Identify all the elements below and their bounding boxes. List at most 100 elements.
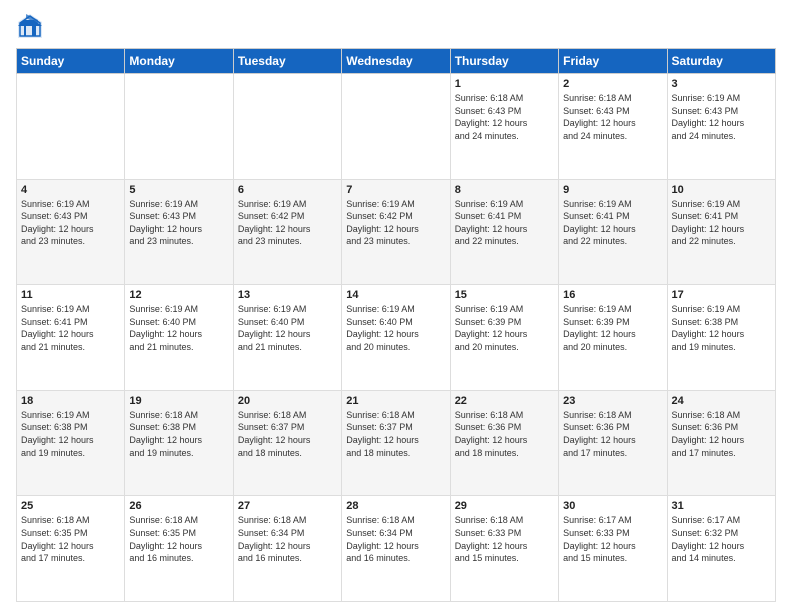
day-number: 18: [21, 395, 120, 407]
calendar-week-5: 25 Sunrise: 6:18 AM Sunset: 6:35 PM Dayli…: [17, 496, 776, 602]
calendar-cell: 12 Sunrise: 6:19 AM Sunset: 6:40 PM Dayli…: [125, 285, 233, 391]
day-number: 8: [455, 184, 554, 196]
calendar-header-monday: Monday: [125, 49, 233, 74]
calendar-header-row: SundayMondayTuesdayWednesdayThursdayFrid…: [17, 49, 776, 74]
calendar-cell: 15 Sunrise: 6:19 AM Sunset: 6:39 PM Dayli…: [450, 285, 558, 391]
calendar-cell: 17 Sunrise: 6:19 AM Sunset: 6:38 PM Dayli…: [667, 285, 775, 391]
day-info: Sunrise: 6:18 AM Sunset: 6:36 PM Dayligh…: [455, 409, 554, 459]
day-info: Sunrise: 6:18 AM Sunset: 6:34 PM Dayligh…: [238, 514, 337, 564]
day-number: 31: [672, 500, 771, 512]
calendar-cell: 24 Sunrise: 6:18 AM Sunset: 6:36 PM Dayli…: [667, 390, 775, 496]
day-info: Sunrise: 6:18 AM Sunset: 6:33 PM Dayligh…: [455, 514, 554, 564]
day-info: Sunrise: 6:19 AM Sunset: 6:41 PM Dayligh…: [21, 303, 120, 353]
day-info: Sunrise: 6:18 AM Sunset: 6:36 PM Dayligh…: [672, 409, 771, 459]
calendar-cell: 20 Sunrise: 6:18 AM Sunset: 6:37 PM Dayli…: [233, 390, 341, 496]
day-info: Sunrise: 6:19 AM Sunset: 6:42 PM Dayligh…: [238, 198, 337, 248]
calendar-cell: 3Sunrise: 6:19 AM Sunset: 6:43 PM Daylig…: [667, 74, 775, 180]
day-info: Sunrise: 6:19 AM Sunset: 6:38 PM Dayligh…: [672, 303, 771, 353]
day-info: Sunrise: 6:18 AM Sunset: 6:34 PM Dayligh…: [346, 514, 445, 564]
day-number: 14: [346, 289, 445, 301]
day-info: Sunrise: 6:17 AM Sunset: 6:33 PM Dayligh…: [563, 514, 662, 564]
day-info: Sunrise: 6:17 AM Sunset: 6:32 PM Dayligh…: [672, 514, 771, 564]
calendar-cell: 31 Sunrise: 6:17 AM Sunset: 6:32 PM Dayli…: [667, 496, 775, 602]
day-number: 27: [238, 500, 337, 512]
day-info: Sunrise: 6:19 AM Sunset: 6:41 PM Dayligh…: [455, 198, 554, 248]
day-number: 5: [129, 184, 228, 196]
day-info: Sunrise: 6:18 AM Sunset: 6:38 PM Dayligh…: [129, 409, 228, 459]
calendar-cell: [125, 74, 233, 180]
day-info: Sunrise: 6:19 AM Sunset: 6:40 PM Dayligh…: [129, 303, 228, 353]
calendar-cell: 23 Sunrise: 6:18 AM Sunset: 6:36 PM Dayli…: [559, 390, 667, 496]
calendar-header-saturday: Saturday: [667, 49, 775, 74]
day-number: 20: [238, 395, 337, 407]
day-info: Sunrise: 6:19 AM Sunset: 6:43 PM Dayligh…: [21, 198, 120, 248]
day-number: 21: [346, 395, 445, 407]
calendar-cell: 27 Sunrise: 6:18 AM Sunset: 6:34 PM Dayli…: [233, 496, 341, 602]
calendar-cell: 11Sunrise: 6:19 AM Sunset: 6:41 PM Dayli…: [17, 285, 125, 391]
calendar-cell: 10 Sunrise: 6:19 AM Sunset: 6:41 PM Dayli…: [667, 179, 775, 285]
calendar-cell: 29 Sunrise: 6:18 AM Sunset: 6:33 PM Dayli…: [450, 496, 558, 602]
calendar-week-2: 4Sunrise: 6:19 AM Sunset: 6:43 PM Daylig…: [17, 179, 776, 285]
day-number: 16: [563, 289, 662, 301]
day-info: Sunrise: 6:18 AM Sunset: 6:43 PM Dayligh…: [563, 92, 662, 142]
day-info: Sunrise: 6:19 AM Sunset: 6:43 PM Dayligh…: [129, 198, 228, 248]
calendar-cell: [342, 74, 450, 180]
day-number: 30: [563, 500, 662, 512]
day-number: 24: [672, 395, 771, 407]
day-number: 25: [21, 500, 120, 512]
day-info: Sunrise: 6:19 AM Sunset: 6:41 PM Dayligh…: [563, 198, 662, 248]
day-number: 7: [346, 184, 445, 196]
day-info: Sunrise: 6:19 AM Sunset: 6:39 PM Dayligh…: [563, 303, 662, 353]
day-info: Sunrise: 6:18 AM Sunset: 6:36 PM Dayligh…: [563, 409, 662, 459]
calendar-header-wednesday: Wednesday: [342, 49, 450, 74]
calendar-cell: 9 Sunrise: 6:19 AM Sunset: 6:41 PM Daylig…: [559, 179, 667, 285]
calendar-cell: [17, 74, 125, 180]
day-number: 10: [672, 184, 771, 196]
day-info: Sunrise: 6:19 AM Sunset: 6:42 PM Dayligh…: [346, 198, 445, 248]
calendar-week-1: 1 Sunrise: 6:18 AM Sunset: 6:43 PM Daylig…: [17, 74, 776, 180]
logo-icon: [16, 12, 44, 40]
calendar-cell: 6 Sunrise: 6:19 AM Sunset: 6:42 PM Daylig…: [233, 179, 341, 285]
calendar-header-tuesday: Tuesday: [233, 49, 341, 74]
day-number: 12: [129, 289, 228, 301]
day-number: 9: [563, 184, 662, 196]
day-info: Sunrise: 6:19 AM Sunset: 6:38 PM Dayligh…: [21, 409, 120, 459]
calendar-cell: 7 Sunrise: 6:19 AM Sunset: 6:42 PM Daylig…: [342, 179, 450, 285]
calendar-cell: 1 Sunrise: 6:18 AM Sunset: 6:43 PM Daylig…: [450, 74, 558, 180]
logo: [16, 12, 48, 40]
calendar-header-thursday: Thursday: [450, 49, 558, 74]
day-info: Sunrise: 6:19 AM Sunset: 6:41 PM Dayligh…: [672, 198, 771, 248]
header: [16, 12, 776, 40]
calendar-cell: 8 Sunrise: 6:19 AM Sunset: 6:41 PM Daylig…: [450, 179, 558, 285]
day-number: 15: [455, 289, 554, 301]
day-number: 22: [455, 395, 554, 407]
day-number: 3: [672, 78, 771, 90]
calendar-week-4: 18 Sunrise: 6:19 AM Sunset: 6:38 PM Dayli…: [17, 390, 776, 496]
day-number: 2: [563, 78, 662, 90]
day-number: 17: [672, 289, 771, 301]
day-info: Sunrise: 6:18 AM Sunset: 6:37 PM Dayligh…: [346, 409, 445, 459]
calendar-week-3: 11Sunrise: 6:19 AM Sunset: 6:41 PM Dayli…: [17, 285, 776, 391]
calendar-cell: 5 Sunrise: 6:19 AM Sunset: 6:43 PM Daylig…: [125, 179, 233, 285]
day-info: Sunrise: 6:18 AM Sunset: 6:37 PM Dayligh…: [238, 409, 337, 459]
calendar-header-friday: Friday: [559, 49, 667, 74]
calendar-cell: [233, 74, 341, 180]
calendar-cell: 18 Sunrise: 6:19 AM Sunset: 6:38 PM Dayli…: [17, 390, 125, 496]
day-number: 6: [238, 184, 337, 196]
day-info: Sunrise: 6:19 AM Sunset: 6:40 PM Dayligh…: [238, 303, 337, 353]
day-info: Sunrise: 6:19 AM Sunset: 6:39 PM Dayligh…: [455, 303, 554, 353]
day-number: 13: [238, 289, 337, 301]
day-number: 1: [455, 78, 554, 90]
calendar-cell: 21 Sunrise: 6:18 AM Sunset: 6:37 PM Dayli…: [342, 390, 450, 496]
day-info: Sunrise: 6:19 AM Sunset: 6:40 PM Dayligh…: [346, 303, 445, 353]
calendar-cell: 16 Sunrise: 6:19 AM Sunset: 6:39 PM Dayli…: [559, 285, 667, 391]
page: SundayMondayTuesdayWednesdayThursdayFrid…: [0, 0, 792, 612]
day-number: 29: [455, 500, 554, 512]
calendar-cell: 13 Sunrise: 6:19 AM Sunset: 6:40 PM Dayli…: [233, 285, 341, 391]
calendar-cell: 2 Sunrise: 6:18 AM Sunset: 6:43 PM Daylig…: [559, 74, 667, 180]
day-info: Sunrise: 6:18 AM Sunset: 6:43 PM Dayligh…: [455, 92, 554, 142]
day-number: 23: [563, 395, 662, 407]
calendar-cell: 14 Sunrise: 6:19 AM Sunset: 6:40 PM Dayli…: [342, 285, 450, 391]
day-info: Sunrise: 6:18 AM Sunset: 6:35 PM Dayligh…: [21, 514, 120, 564]
day-number: 28: [346, 500, 445, 512]
